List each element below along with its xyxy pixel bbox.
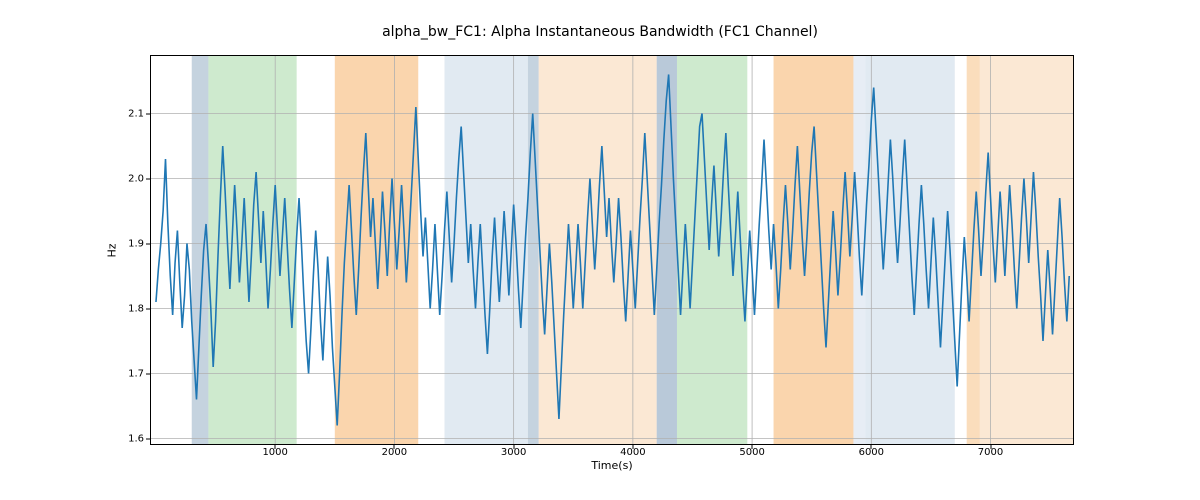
y-tick-mark — [146, 113, 150, 114]
y-tick-label: 1.6 — [104, 433, 144, 444]
y-tick-mark — [146, 308, 150, 309]
x-axis-label: Time(s) — [150, 459, 1074, 472]
y-tick-label: 1.9 — [104, 238, 144, 249]
chart-axes: Time(s) Hz 1000200030004000500060007000 … — [150, 55, 1074, 445]
y-tick-label: 1.7 — [104, 368, 144, 379]
y-tick-mark — [146, 373, 150, 374]
x-tick-mark — [752, 445, 753, 449]
y-tick-label: 1.8 — [104, 303, 144, 314]
y-tick-label: 2.0 — [104, 173, 144, 184]
y-tick-mark — [146, 178, 150, 179]
x-tick-mark — [632, 445, 633, 449]
y-tick-label: 2.1 — [104, 108, 144, 119]
y-tick-mark — [146, 438, 150, 439]
figure: alpha_bw_FC1: Alpha Instantaneous Bandwi… — [0, 0, 1200, 500]
x-tick-mark — [990, 445, 991, 449]
x-tick-mark — [871, 445, 872, 449]
y-tick-mark — [146, 243, 150, 244]
chart-title: alpha_bw_FC1: Alpha Instantaneous Bandwi… — [0, 24, 1200, 40]
x-tick-mark — [275, 445, 276, 449]
chart-svg — [150, 55, 1074, 445]
x-tick-mark — [513, 445, 514, 449]
x-tick-mark — [394, 445, 395, 449]
